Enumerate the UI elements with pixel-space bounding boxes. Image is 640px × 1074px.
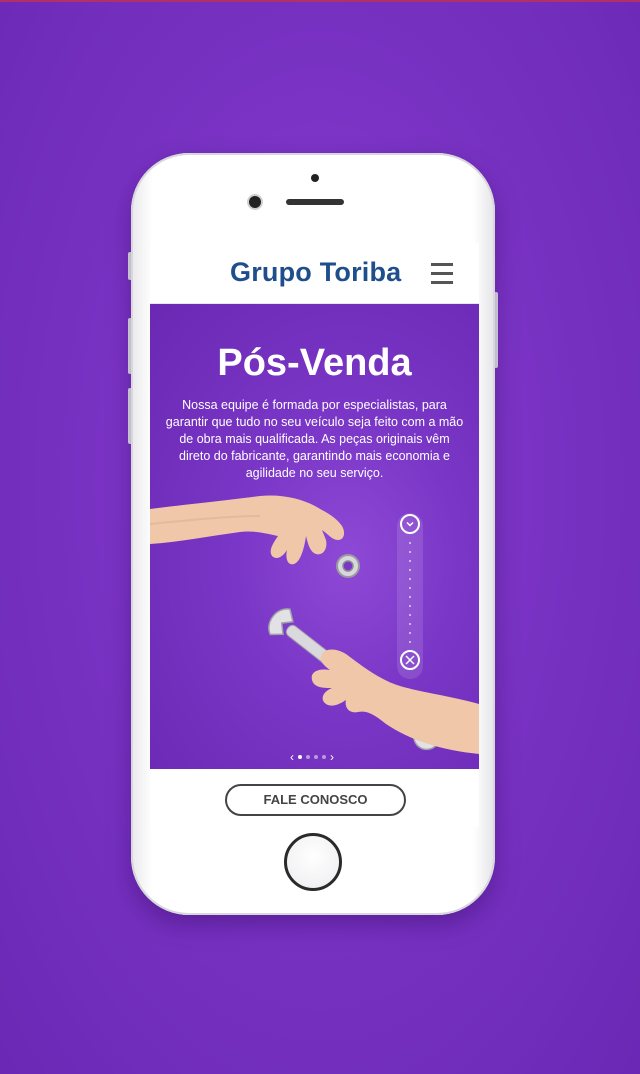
pager-dot[interactable] (306, 755, 310, 759)
chevron-right-icon[interactable]: › (330, 751, 334, 763)
hamburger-menu-icon[interactable] (431, 263, 453, 287)
phone-screen: Grupo Toriba Pós-Venda Nossa equipe é fo… (150, 243, 479, 827)
hero-description: Nossa equipe é formada por especialistas… (165, 398, 464, 480)
hero-title: Pós-Venda (217, 342, 412, 384)
phone-sensor (311, 174, 319, 182)
brand-logo[interactable]: Grupo Toriba (230, 257, 401, 288)
contact-us-button[interactable]: FALE CONOSCO (225, 784, 406, 816)
top-accent-line (0, 0, 640, 2)
carousel-pager: ‹ › (290, 751, 334, 763)
pager-dot[interactable] (322, 755, 326, 759)
scroll-progress-dots (409, 542, 411, 646)
pager-dot[interactable] (298, 755, 302, 759)
chevron-down-icon[interactable] (400, 514, 420, 534)
home-button[interactable] (284, 833, 342, 891)
hero-section: Pós-Venda Nossa equipe é formada por esp… (150, 304, 479, 769)
wrench-screwdriver-icon[interactable] (400, 650, 420, 670)
pager-dot[interactable] (314, 755, 318, 759)
phone-camera (249, 196, 261, 208)
site-header: Grupo Toriba (150, 243, 479, 304)
chevron-left-icon[interactable]: ‹ (290, 751, 294, 763)
phone-speaker (286, 199, 344, 205)
